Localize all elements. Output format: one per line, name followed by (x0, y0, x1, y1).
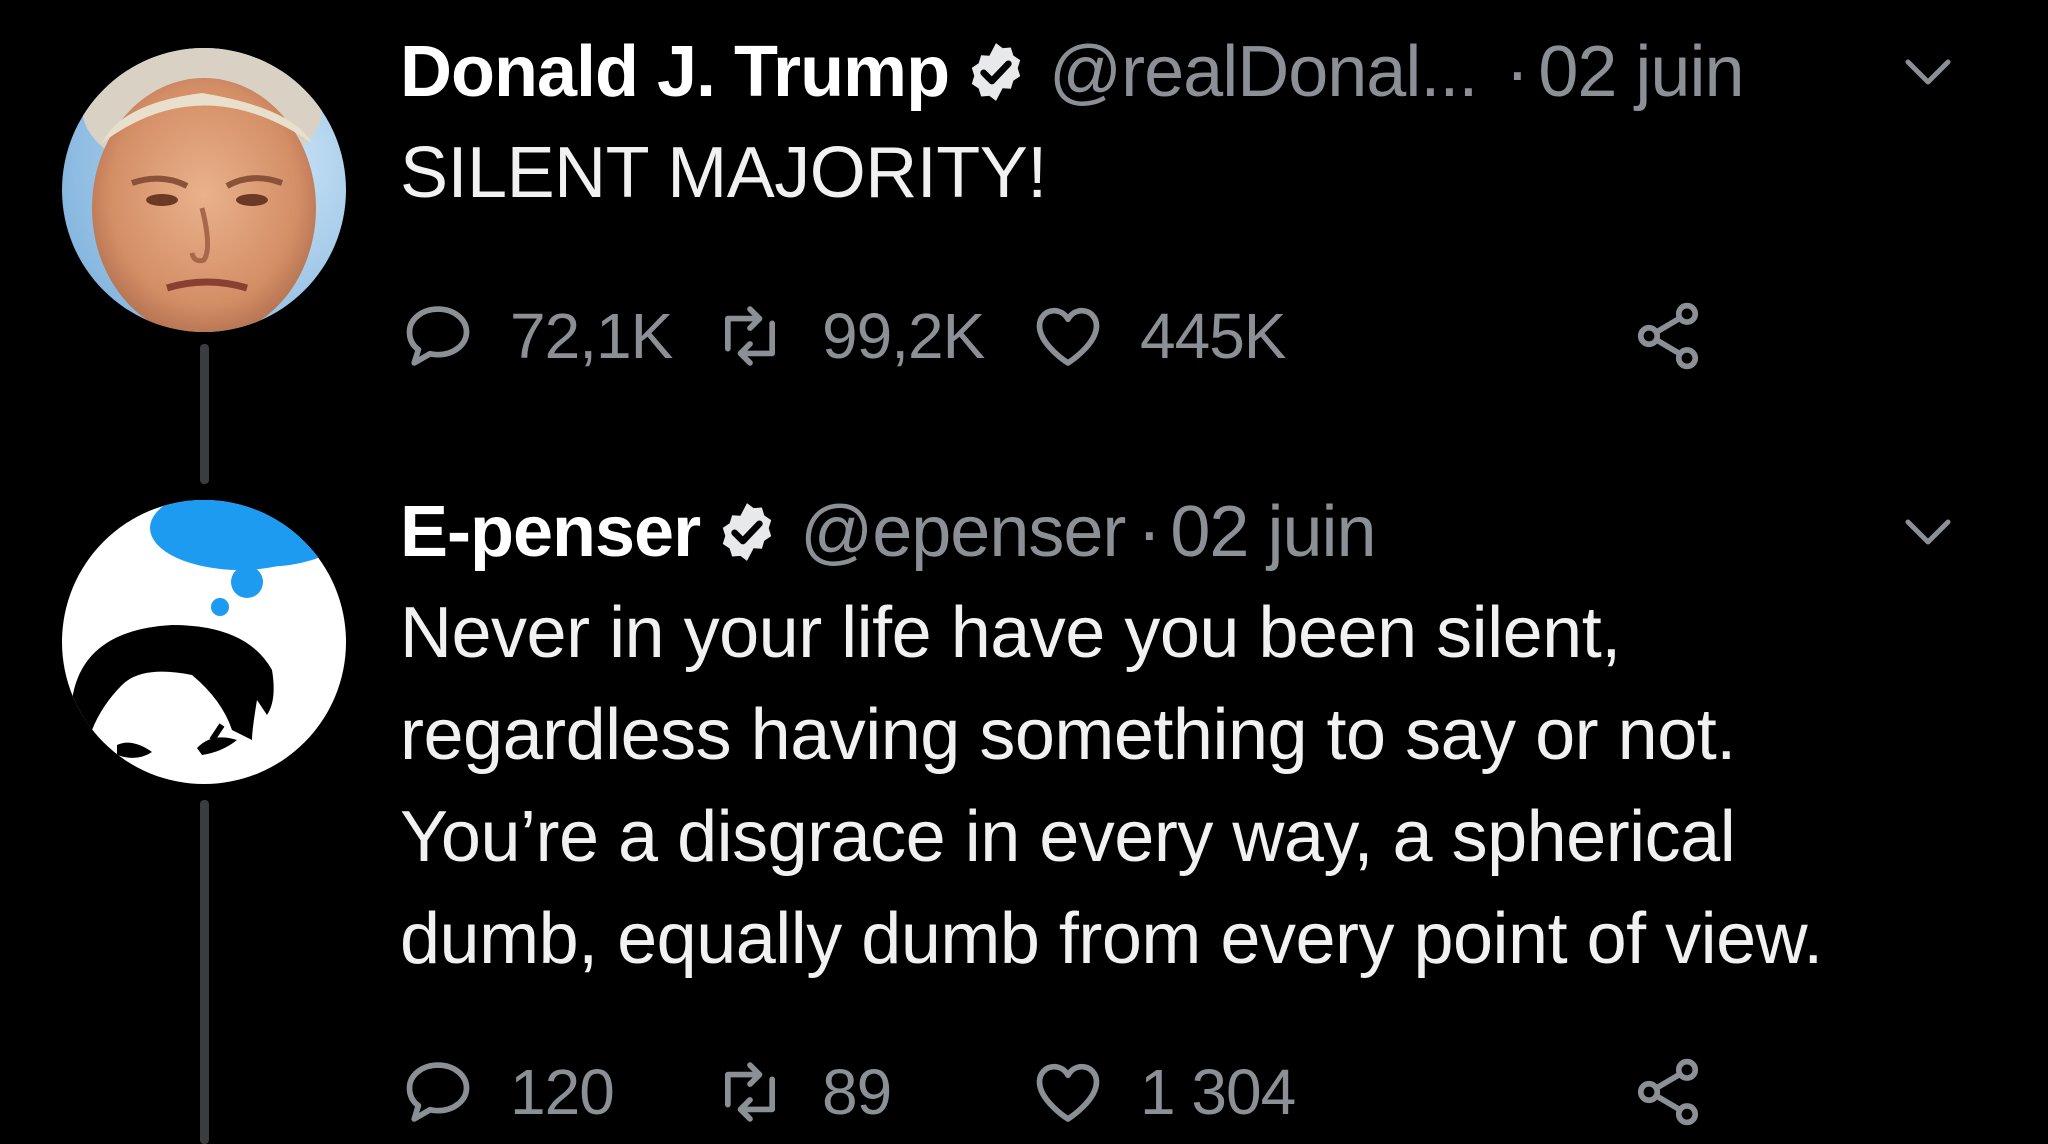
tweet-text-line: regardless having something to say or no… (400, 695, 1736, 775)
retweet-count: 99,2K (822, 300, 985, 372)
verified-badge-icon (722, 503, 772, 561)
tweet-1-content: Donald J. Trump @realDonal... · 02 juin … (400, 32, 2008, 372)
retweet-icon (724, 306, 776, 366)
display-name[interactable]: Donald J. Trump (400, 31, 950, 113)
reply-button[interactable]: 120 (400, 1052, 615, 1132)
reply-button[interactable]: 72,1K (400, 296, 673, 376)
tweet-date[interactable]: 02 juin (1170, 491, 1376, 573)
tweet-text-line: dumb, equally dumb from every point of v… (400, 899, 1823, 979)
separator-dot: · (1137, 492, 1161, 572)
reply-count: 72,1K (510, 300, 673, 372)
like-button[interactable]: 445K (1030, 296, 1286, 376)
chevron-down-icon[interactable] (1898, 42, 1958, 102)
avatar-trump[interactable] (62, 48, 346, 332)
tweet-header: Donald J. Trump @realDonal... · 02 juin (400, 32, 2008, 112)
heart-icon (1036, 307, 1100, 366)
handle[interactable]: @realDonal... (1049, 31, 1478, 113)
tweet-header: E-penser @epenser · 02 juin (400, 492, 2008, 572)
like-button[interactable]: 1 304 (1030, 1052, 1296, 1132)
tweet-text: Never in your life have you been silent,… (400, 582, 2008, 990)
tweet-actions: 72,1K 99,2K 445K (400, 296, 1800, 376)
verified-badge-icon (971, 43, 1021, 101)
tweet-actions: 120 89 1 304 (400, 1052, 1800, 1132)
tweet-text-line: You’re a disgrace in every way, a spheri… (400, 797, 1736, 877)
avatar-cartoon-image (62, 500, 346, 784)
handle[interactable]: @epenser (800, 491, 1126, 573)
display-name[interactable]: E-penser (400, 491, 701, 573)
retweet-button[interactable]: 89 (712, 1052, 892, 1132)
share-button[interactable] (1630, 296, 1740, 376)
share-icon (1637, 302, 1699, 370)
tweet-text-line: Never in your life have you been silent, (400, 593, 1621, 673)
heart-icon (1036, 1063, 1100, 1122)
retweet-button[interactable]: 99,2K (712, 296, 985, 376)
tweet-2-content: E-penser @epenser · 02 juin Never in you… (400, 492, 2008, 1128)
reply-bubble-icon (406, 306, 470, 366)
thread-line-lower (200, 800, 209, 1144)
avatar-portrait-image (62, 48, 346, 332)
thread-line-upper (200, 344, 209, 484)
retweet-count: 89 (822, 1056, 892, 1128)
separator-dot: · (1505, 32, 1529, 112)
retweet-icon (724, 1062, 776, 1122)
reply-count: 120 (510, 1056, 615, 1128)
like-count: 445K (1140, 300, 1286, 372)
tweet-text: SILENT MAJORITY! (400, 133, 1047, 213)
like-count: 1 304 (1140, 1056, 1296, 1128)
reply-bubble-icon (406, 1062, 470, 1122)
share-button[interactable] (1630, 1052, 1740, 1132)
share-icon (1637, 1058, 1699, 1126)
tweet-date[interactable]: 02 juin (1538, 31, 1744, 113)
chevron-down-icon[interactable] (1898, 502, 1958, 562)
avatar-epenser[interactable] (62, 500, 346, 784)
